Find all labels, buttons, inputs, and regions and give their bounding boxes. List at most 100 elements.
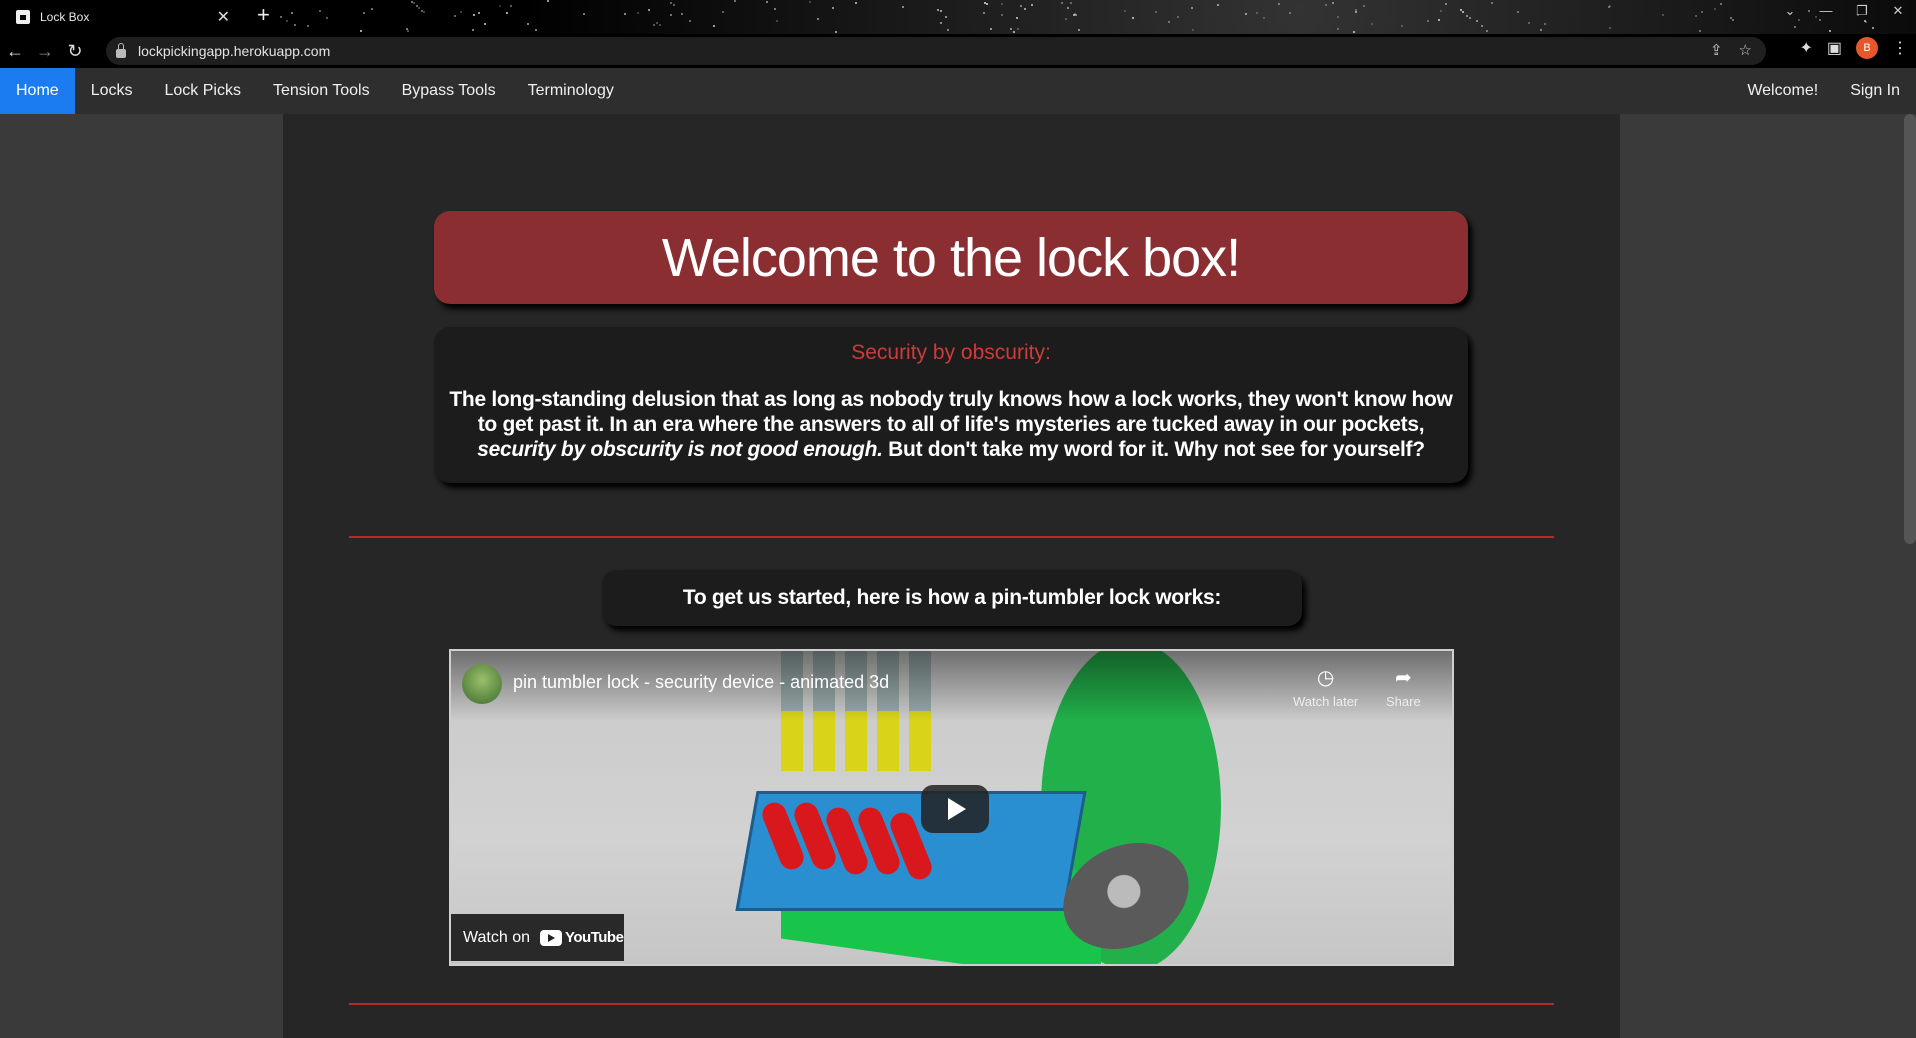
theme-star (1067, 7, 1070, 10)
theme-star (637, 12, 640, 15)
share-button[interactable]: ➦ Share (1386, 665, 1421, 709)
theme-star (712, 24, 715, 27)
nav-welcome[interactable]: Welcome! (1731, 68, 1834, 114)
browser-menu-icon[interactable]: ⋮ (1892, 38, 1908, 58)
theme-star (721, 11, 724, 14)
theme-star (370, 8, 373, 11)
nav-tension-tools[interactable]: Tension Tools (257, 68, 386, 114)
theme-star (280, 15, 283, 18)
theme-star (734, 0, 737, 2)
theme-star (1491, 2, 1494, 5)
theme-star (855, 2, 858, 5)
theme-star (945, 15, 948, 18)
secure-lock-icon[interactable] (116, 42, 126, 58)
theme-star (1438, 18, 1441, 21)
theme-star (1324, 4, 1327, 7)
theme-star (656, 21, 659, 24)
theme-star (318, 10, 321, 13)
theme-star (1871, 27, 1874, 30)
page-scrollbar[interactable] (1904, 114, 1916, 544)
theme-star (1061, 2, 1064, 5)
theme-star (407, 29, 410, 32)
theme-star (1020, 5, 1023, 7)
watch-later-button[interactable]: ◷ Watch later (1293, 665, 1358, 709)
video-title[interactable]: pin tumbler lock - security device - ani… (513, 672, 889, 693)
theme-star (1662, 14, 1665, 17)
nav-lock-picks[interactable]: Lock Picks (148, 68, 256, 114)
profile-avatar[interactable]: B (1856, 37, 1878, 59)
theme-star (1459, 8, 1462, 11)
theme-star (983, 12, 986, 15)
clock-icon: ◷ (1316, 667, 1335, 689)
theme-star (1370, 22, 1373, 25)
theme-star (1176, 15, 1179, 18)
close-window-button[interactable]: ✕ (1880, 0, 1916, 24)
side-panel-icon[interactable]: ▣ (1827, 38, 1842, 58)
share-arrow-icon: ➦ (1394, 667, 1412, 689)
theme-star (1363, 5, 1366, 8)
theme-star (1010, 27, 1012, 30)
theme-star (1732, 19, 1735, 22)
youtube-embed[interactable]: pin tumbler lock - security device - ani… (449, 649, 1454, 966)
hero-title: Welcome to the lock box! (661, 227, 1241, 288)
url-text: lockpickingapp.herokuapp.com (138, 43, 331, 59)
channel-avatar[interactable] (462, 664, 502, 704)
theme-star (774, 7, 777, 10)
play-button[interactable] (921, 785, 989, 833)
theme-star (285, 19, 288, 22)
theme-star (498, 5, 501, 8)
share-page-icon[interactable]: ⇪ (1710, 41, 1723, 59)
getting-started-heading: To get us started, here is how a pin-tum… (602, 570, 1302, 626)
theme-star (1444, 3, 1447, 6)
theme-star (1694, 15, 1697, 18)
nav-locks[interactable]: Locks (75, 68, 149, 114)
theme-star (1462, 10, 1465, 13)
theme-star (1720, 3, 1723, 6)
theme-star (1427, 20, 1430, 23)
restore-button[interactable]: ❐ (1844, 0, 1880, 24)
forward-arrow-icon[interactable]: → (30, 41, 60, 62)
theme-star (506, 12, 509, 15)
theme-star (902, 5, 905, 8)
theme-star (417, 6, 420, 9)
site-navbar: Home Locks Lock Picks Tension Tools Bypa… (0, 68, 1916, 114)
theme-star (326, 17, 329, 20)
watch-on-youtube-button[interactable]: Watch on YouTube (451, 914, 624, 961)
theme-star (834, 31, 837, 34)
theme-star (1262, 17, 1265, 20)
theme-star (1070, 1, 1073, 4)
theme-star (1023, 8, 1026, 11)
theme-star (1278, 2, 1281, 5)
theme-star (648, 9, 651, 12)
theme-star (1714, 8, 1716, 11)
nav-home[interactable]: Home (0, 68, 75, 114)
minimize-button[interactable]: — (1808, 0, 1844, 24)
theme-star (1216, 4, 1219, 7)
theme-star (360, 30, 363, 33)
back-arrow-icon[interactable]: ← (0, 41, 30, 62)
youtube-play-icon (540, 929, 562, 946)
theme-star (1000, 2, 1003, 5)
theme-star (940, 9, 943, 12)
theme-star (293, 24, 296, 27)
browser-tab[interactable]: Lock Box ✕ (8, 2, 240, 32)
intro-text: The long-standing delusion that as long … (449, 388, 1453, 461)
extensions-puzzle-icon[interactable]: ✦ (1799, 38, 1812, 58)
nav-terminology[interactable]: Terminology (512, 68, 630, 114)
theme-star (473, 14, 476, 17)
theme-star (1331, 2, 1334, 5)
nav-sign-in[interactable]: Sign In (1834, 68, 1916, 114)
theme-star (1337, 15, 1340, 18)
theme-star (1132, 16, 1135, 19)
theme-star (1793, 25, 1796, 28)
theme-star (483, 23, 486, 26)
tab-close-icon[interactable]: ✕ (217, 7, 230, 27)
tab-search-icon[interactable]: ⌄ (1772, 0, 1808, 24)
nav-bypass-tools[interactable]: Bypass Tools (386, 68, 512, 114)
new-tab-button[interactable]: + (257, 2, 270, 28)
intro-emphasis: security by obscurity is not good enough… (477, 438, 883, 461)
reload-icon[interactable]: ↻ (60, 41, 90, 62)
theme-star (460, 10, 463, 13)
address-bar[interactable]: lockpickingapp.herokuapp.com ⇪ ☆ (106, 37, 1766, 65)
bookmark-star-icon[interactable]: ☆ (1739, 41, 1752, 59)
